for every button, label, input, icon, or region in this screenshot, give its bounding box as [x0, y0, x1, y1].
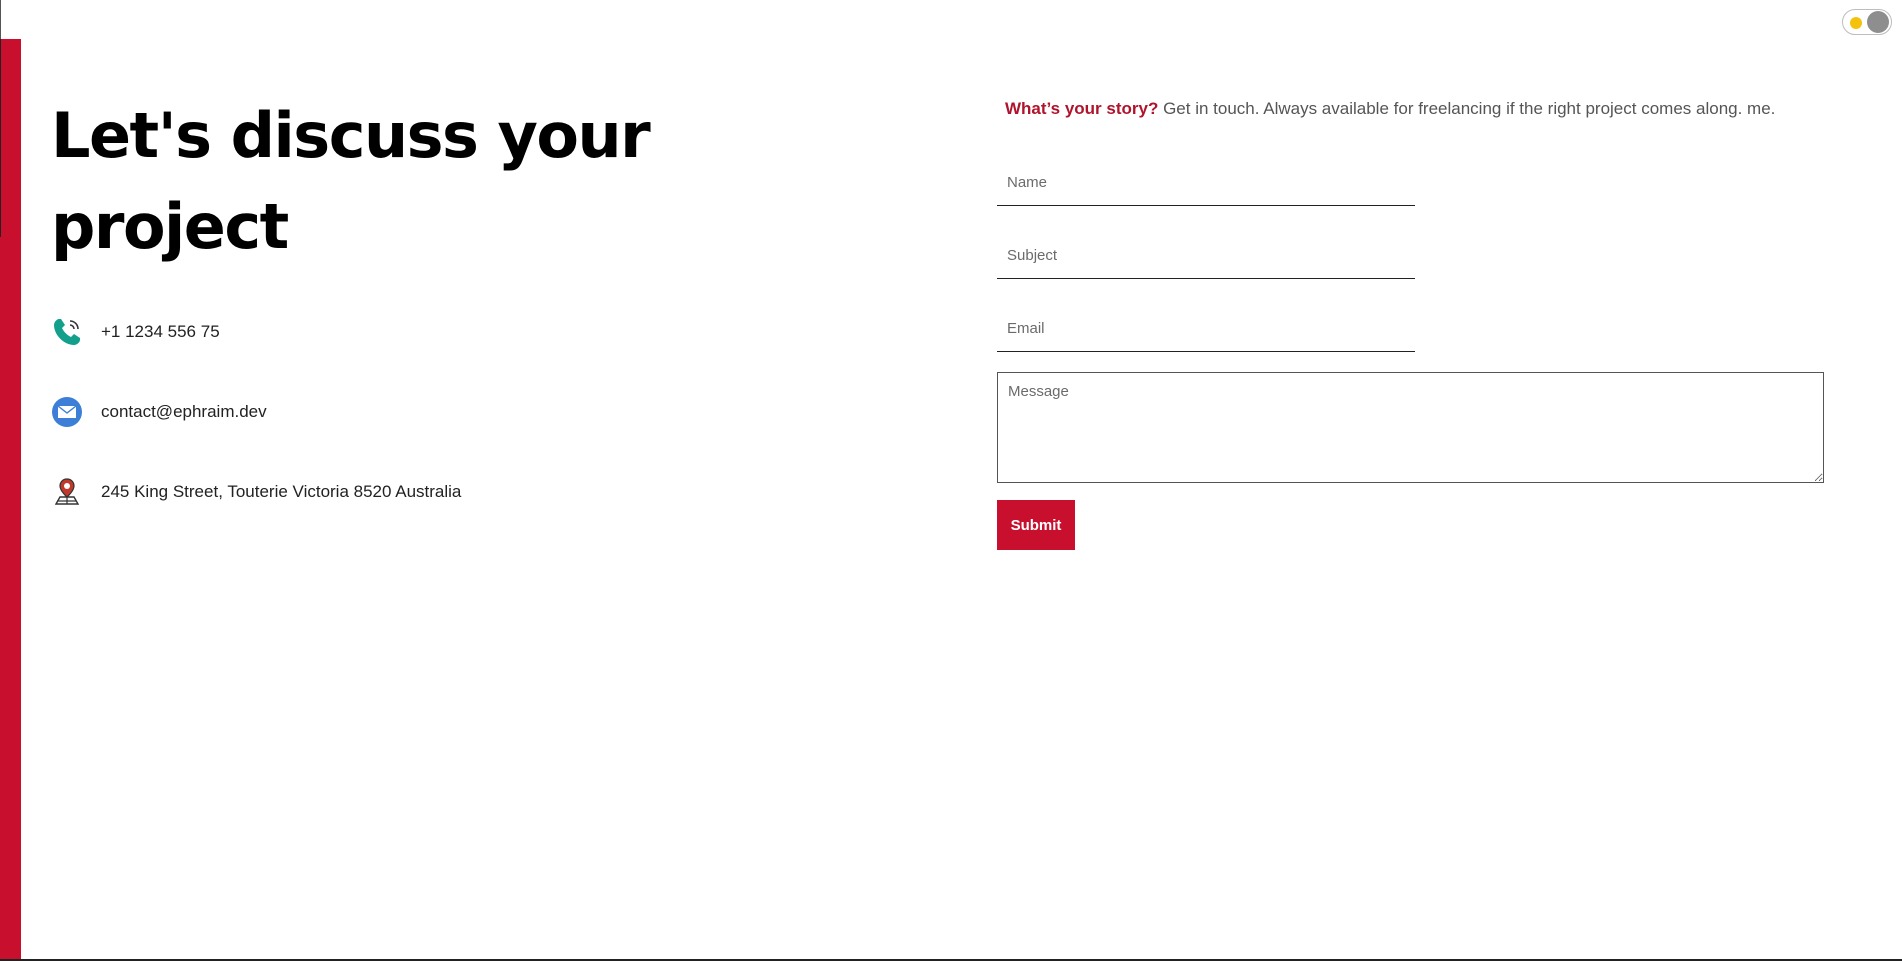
submit-button[interactable]: Submit [997, 500, 1075, 550]
contact-info-column: Let's discuss your project [51, 90, 691, 272]
accent-sidebar-bar [0, 39, 21, 961]
sidebar-edge-line [0, 39, 1, 237]
contact-address-text: 245 King Street, Touterie Victoria 8520 … [101, 482, 462, 501]
page-title: Let's discuss your project [51, 99, 651, 263]
contact-item-address: 245 King Street, Touterie Victoria 8520 … [51, 472, 461, 512]
mail-icon [51, 396, 83, 428]
form-intro-highlight: What’s your story? [1005, 99, 1159, 118]
contact-item-email: contact@ephraim.dev [51, 392, 461, 432]
subject-input[interactable] [997, 233, 1415, 279]
phone-icon [51, 316, 83, 348]
contact-email-text[interactable]: contact@ephraim.dev [101, 402, 267, 422]
sun-icon [1850, 17, 1862, 29]
contact-item-phone: +1 1234 556 75 [51, 312, 461, 352]
email-input[interactable] [997, 306, 1415, 352]
toggle-knob [1867, 11, 1889, 33]
top-edge-line [0, 0, 1, 39]
map-pin-icon [51, 476, 83, 508]
contact-phone-text[interactable]: +1 1234 556 75 [101, 322, 220, 342]
form-intro: What’s your story? Get in touch. Always … [1005, 99, 1775, 119]
contact-page: Let's discuss your project +1 1234 556 7… [0, 0, 1902, 961]
contact-list: +1 1234 556 75 contact@ephraim.dev 245 K… [51, 312, 461, 552]
form-intro-text: Get in touch. Always available for freel… [1158, 99, 1776, 118]
name-input[interactable] [997, 160, 1415, 206]
theme-toggle[interactable] [1842, 9, 1892, 35]
message-textarea[interactable] [997, 372, 1824, 483]
